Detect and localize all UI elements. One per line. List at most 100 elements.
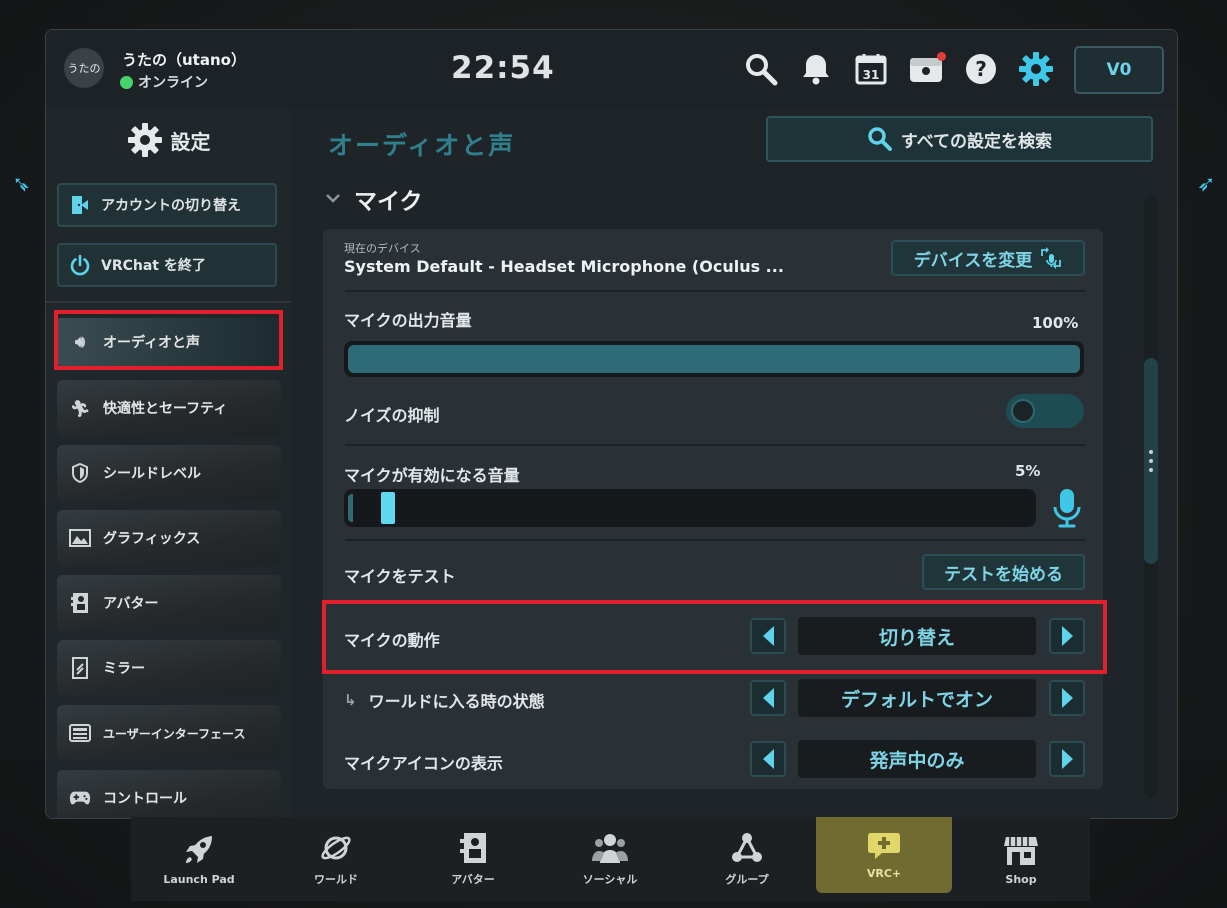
- start-test-button[interactable]: テストを始める: [922, 554, 1085, 590]
- people-icon: [592, 834, 628, 863]
- mic-icon-display-value: 発声中のみ: [798, 740, 1036, 778]
- tab-label: Shop: [1005, 872, 1037, 886]
- right-wing-panel: ➶: [1185, 148, 1227, 760]
- sidebar-item-avatar[interactable]: アバター: [57, 575, 281, 631]
- tab-label: VRC+: [866, 866, 902, 880]
- tab-label: ワールド: [314, 873, 358, 886]
- scrollbar-thumb[interactable]: [1144, 358, 1158, 564]
- start-test-label: テストを始める: [944, 564, 1063, 585]
- gear-icon[interactable]: [1017, 50, 1055, 88]
- world-join-value: デフォルトでオン: [798, 679, 1036, 717]
- svg-text:?: ?: [975, 57, 987, 81]
- sidebar-item-controls[interactable]: コントロール: [57, 770, 281, 818]
- arrow-right-icon: [1061, 749, 1073, 769]
- microphone-icon: [1051, 487, 1083, 533]
- vrc-credits-button[interactable]: V0: [1074, 46, 1164, 94]
- notification-dot: [937, 52, 946, 61]
- quit-vrchat-button[interactable]: VRChat を終了: [57, 243, 277, 287]
- current-device-label: 現在のデバイス: [344, 242, 421, 255]
- sidebar-item-shield-level[interactable]: シールドレベル: [57, 445, 281, 501]
- image-icon: [69, 527, 91, 549]
- search-all-settings-button[interactable]: すべての設定を検索: [766, 116, 1153, 162]
- bell-icon[interactable]: [797, 50, 835, 88]
- header: うたの うたの（utano） オンライン 22:54 31 ? V0: [46, 30, 1177, 108]
- online-status: オンライン: [120, 72, 208, 92]
- mirror-icon: [69, 657, 91, 679]
- sidebar-item-label: 快適性とセーフティ: [103, 401, 228, 417]
- tab-label: ソーシャル: [582, 873, 638, 886]
- power-icon: [70, 254, 90, 276]
- mic-icon-display-prev-button[interactable]: [750, 741, 786, 777]
- mic-icon-display-next-button[interactable]: [1049, 741, 1085, 777]
- change-device-label: デバイスを変更: [913, 250, 1033, 271]
- page-title: オーディオと声: [328, 131, 516, 160]
- tab-worlds[interactable]: ワールド: [268, 817, 404, 901]
- sidebar-item-label: アバター: [103, 596, 159, 612]
- arrow-left-icon: [762, 749, 774, 769]
- world-join-row-label: ↳ ワールドに入る時の状態: [344, 688, 545, 712]
- world-join-prev-button[interactable]: [750, 680, 786, 716]
- username: うたの（utano）: [122, 51, 246, 69]
- world-join-next-button[interactable]: [1049, 680, 1085, 716]
- tab-vrc-plus[interactable]: VRC+: [816, 817, 952, 893]
- sidebar-item-user-interface[interactable]: ユーザーインターフェース: [57, 705, 281, 761]
- tab-avatars[interactable]: アバター: [405, 817, 541, 901]
- mic-volume-label: マイクの出力音量: [344, 311, 472, 330]
- tab-social[interactable]: ソーシャル: [542, 817, 678, 901]
- arrow-right-icon: [1061, 688, 1073, 708]
- tab-groups[interactable]: グループ: [679, 817, 815, 901]
- mic-icon-display-label: マイクアイコンの表示: [344, 754, 503, 773]
- help-icon[interactable]: ?: [962, 50, 1000, 88]
- sidebar-item-label: グラフィックス: [103, 531, 201, 547]
- search-icon[interactable]: [742, 50, 780, 88]
- shop-icon: [1004, 836, 1038, 865]
- sidebar-title: 設定: [46, 120, 291, 160]
- wing-icon: ➶: [12, 172, 31, 197]
- group-icon: [732, 833, 762, 862]
- sidebar-item-mirror[interactable]: ミラー: [57, 640, 281, 696]
- door-exit-icon: [72, 196, 88, 214]
- quit-label: VRChat を終了: [101, 258, 206, 274]
- sidebar-item-label: ユーザーインターフェース: [103, 726, 246, 741]
- arrow-left-icon: [762, 688, 774, 708]
- mic-section-header[interactable]: マイク: [326, 182, 423, 216]
- avatar[interactable]: うたの: [64, 48, 104, 88]
- toggle-knob: [1011, 399, 1035, 423]
- sidebar-divider: [46, 301, 291, 303]
- tab-shop[interactable]: Shop: [953, 817, 1089, 901]
- tab-launch-pad[interactable]: Launch Pad: [131, 817, 267, 901]
- svg-text:31: 31: [863, 68, 880, 82]
- online-dot-icon: [120, 75, 133, 89]
- noise-suppression-toggle[interactable]: [1006, 394, 1084, 428]
- row-divider: [345, 444, 1085, 446]
- settings-gear-icon: [127, 123, 162, 157]
- sidebar-item-label: コントロール: [103, 791, 187, 807]
- sidebar-item-label: シールドレベル: [103, 466, 201, 482]
- calendar-icon[interactable]: 31: [852, 50, 890, 88]
- switch-account-label: アカウントの切り替え: [101, 198, 241, 214]
- sidebar-item-graphics[interactable]: グラフィックス: [57, 510, 281, 566]
- world-join-label: ワールドに入る時の状態: [368, 692, 545, 711]
- change-device-button[interactable]: デバイスを変更: [891, 240, 1085, 276]
- mic-volume-slider[interactable]: [344, 341, 1084, 377]
- running-person-icon: 🏃︎: [69, 398, 91, 418]
- keyboard-icon: [69, 722, 91, 744]
- gamepad-icon: [69, 787, 91, 809]
- avatar-icon: [69, 592, 91, 614]
- shield-icon: [69, 462, 91, 484]
- wing-icon: ➶: [1197, 172, 1216, 197]
- planet-icon: [321, 836, 351, 860]
- activation-threshold-slider[interactable]: [344, 489, 1036, 527]
- slider-handle[interactable]: [381, 492, 395, 524]
- switch-account-button[interactable]: アカウントの切り替え: [57, 183, 277, 227]
- mic-volume-fill: [348, 345, 1080, 373]
- search-icon: [868, 127, 892, 151]
- activation-threshold-fill: [348, 494, 353, 522]
- mic-settings-panel: 現在のデバイス System Default - Headset Microph…: [323, 229, 1103, 789]
- scrollbar[interactable]: [1144, 196, 1158, 798]
- sidebar-item-comfort-safety[interactable]: 🏃︎ 快適性とセーフティ: [57, 380, 281, 436]
- tab-label: アバター: [451, 873, 495, 886]
- mailbox-icon[interactable]: [907, 50, 946, 88]
- vrc-plus-icon: [868, 832, 900, 859]
- row-divider: [345, 290, 1085, 292]
